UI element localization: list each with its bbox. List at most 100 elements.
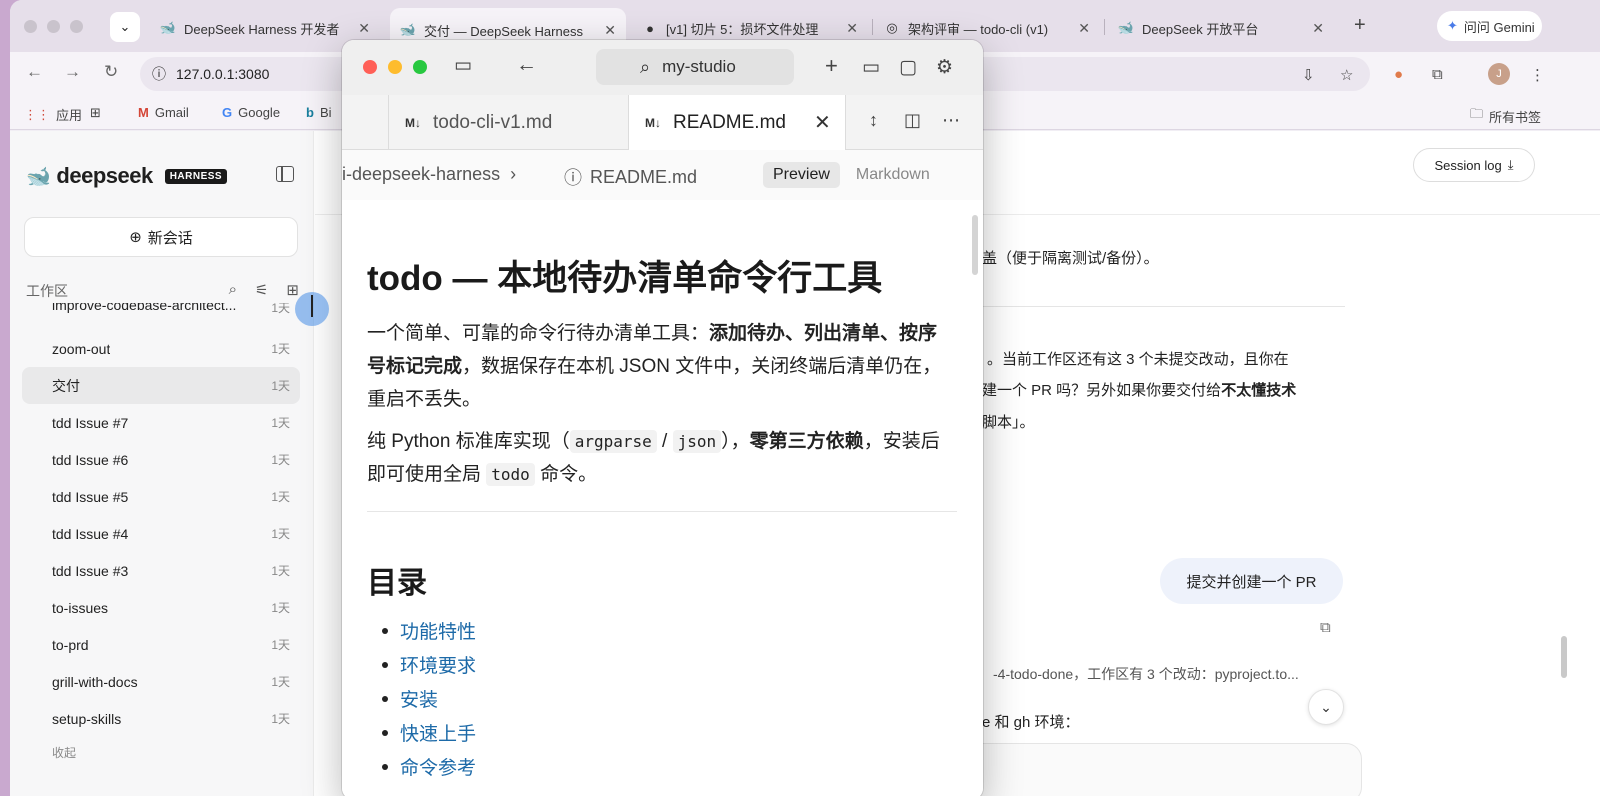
- toc-link[interactable]: 快速上手: [381, 719, 476, 753]
- workspace-item[interactable]: setup-skills 1天: [22, 700, 300, 737]
- tab-todo-cli[interactable]: M↓ todo-cli-v1.md: [388, 95, 628, 150]
- bookmark-tabgroups[interactable]: ⊞: [90, 105, 101, 121]
- workspace-item[interactable]: tdd Issue #5 1天: [22, 478, 300, 515]
- toc-link[interactable]: 环境要求: [381, 651, 476, 685]
- browser-tab[interactable]: 🐋 DeepSeek 开放平台 ✕: [1108, 10, 1334, 46]
- toc-link[interactable]: 命令参考: [381, 753, 476, 787]
- view-mode-toggle: Preview Markdown: [763, 162, 940, 188]
- back-arrow-icon[interactable]: ←: [26, 62, 43, 82]
- breadcrumb-path[interactable]: li-deepseek-harness ›: [342, 164, 516, 185]
- studio-close-button[interactable]: [363, 60, 377, 74]
- bookmark-bing[interactable]: b Bi: [306, 105, 332, 120]
- preview-mode-button[interactable]: Preview: [763, 162, 840, 188]
- bookmark-apps[interactable]: ⋮⋮ 应用: [24, 105, 82, 124]
- workspace-item[interactable]: zoom-out 1天: [22, 330, 300, 367]
- filter-icon[interactable]: ⚟: [255, 281, 268, 299]
- table-of-contents: 功能特性 环境要求 安装 快速上手 命令参考: [381, 617, 476, 787]
- extension-icon[interactable]: ●: [1394, 66, 1403, 83]
- tab-readme[interactable]: M↓ README.md ✕: [628, 95, 846, 150]
- markdown-mode-button[interactable]: Markdown: [846, 162, 940, 188]
- workspace-item[interactable]: to-prd 1天: [22, 626, 300, 663]
- sidebar-toggle-icon[interactable]: [276, 166, 294, 182]
- chevron-right-icon: ›: [510, 164, 517, 184]
- close-window-button[interactable]: [24, 20, 37, 33]
- vertical-resize-icon[interactable]: ↕: [869, 110, 878, 131]
- brand-logo[interactable]: 🐋 deepseek HARNESS: [26, 163, 228, 189]
- workspace-item-label: grill-with-docs: [52, 673, 138, 690]
- new-tab-button[interactable]: +: [1354, 14, 1366, 37]
- tab-title: DeepSeek Harness 开发者: [184, 21, 340, 37]
- split-view-icon[interactable]: ◫: [904, 110, 921, 131]
- sidebar-panel-icon[interactable]: ▭: [454, 54, 472, 77]
- tab-search-button[interactable]: ⌄: [110, 12, 140, 42]
- studio-minimize-button[interactable]: [388, 60, 402, 74]
- studio-search-field[interactable]: ⌕ my-studio: [596, 49, 794, 85]
- breadcrumb-file[interactable]: ⓘ README.md: [564, 164, 697, 190]
- studio-zoom-button[interactable]: [413, 60, 427, 74]
- workspace-item[interactable]: tdd Issue #4 1天: [22, 515, 300, 552]
- preview-scrollbar[interactable]: [972, 215, 978, 275]
- gear-icon[interactable]: ⚙: [936, 56, 953, 79]
- workspace-item-label: to-prd: [52, 636, 89, 653]
- doc-text: 一个简单、可靠的命令行待办清单工具：: [367, 323, 710, 344]
- bookmark-gmail[interactable]: M Gmail: [138, 105, 189, 120]
- close-tab-icon[interactable]: ✕: [604, 22, 616, 39]
- workspace-item[interactable]: grill-with-docs 1天: [22, 663, 300, 700]
- download-icon: ⤓: [1507, 157, 1514, 172]
- puzzle-extensions-icon[interactable]: ⧉: [1432, 66, 1443, 83]
- url-text[interactable]: 127.0.0.1:3080: [176, 66, 269, 82]
- tab-label: README.md: [673, 111, 786, 133]
- bookmark-label: Google: [238, 105, 281, 120]
- scrollbar-thumb[interactable]: [1561, 636, 1567, 678]
- ask-gemini-button[interactable]: ✦ 问问 Gemini: [1437, 11, 1542, 41]
- profile-avatar[interactable]: J: [1488, 63, 1510, 85]
- back-arrow-icon[interactable]: ←: [516, 53, 537, 77]
- bookmark-star-icon[interactable]: ☆: [1340, 66, 1353, 84]
- globe-favicon-icon: ◎: [886, 20, 898, 35]
- install-app-icon[interactable]: ⇩: [1302, 66, 1315, 84]
- chat-bubble-icon[interactable]: ▢: [899, 56, 917, 79]
- workspace-item-age: 1天: [271, 490, 290, 504]
- close-tab-icon[interactable]: ✕: [1078, 20, 1090, 37]
- studio-titlebar: ▭ ← ⌕ my-studio + ▭ ▢ ⚙: [342, 40, 983, 95]
- toc-link[interactable]: 安装: [381, 685, 476, 719]
- close-tab-icon[interactable]: ✕: [814, 110, 831, 135]
- workspace-item-label: zoom-out: [52, 340, 111, 357]
- whale-logo-icon: 🐋: [26, 165, 51, 188]
- inline-code: todo: [486, 463, 535, 486]
- workspace-item[interactable]: improve-codebase-architect... 1天: [22, 303, 300, 330]
- close-tab-icon[interactable]: ✕: [1312, 20, 1324, 37]
- copy-icon[interactable]: ⧉: [1320, 619, 1331, 636]
- bookmark-all[interactable]: 🗀 所有书签: [1470, 105, 1541, 127]
- more-options-icon[interactable]: ⋯: [942, 110, 960, 131]
- workspace-item[interactable]: tdd Issue #6 1天: [22, 441, 300, 478]
- workspace-item-label: improve-codebase-architect...: [52, 303, 237, 313]
- doc-divider: [367, 511, 957, 512]
- bookmark-google[interactable]: G Google: [222, 105, 280, 120]
- zoom-window-button[interactable]: [70, 20, 83, 33]
- markdown-file-icon: M↓: [645, 115, 661, 130]
- panel-bottom-icon[interactable]: ▭: [862, 56, 880, 79]
- workspace-item[interactable]: tdd Issue #3 1天: [22, 552, 300, 589]
- toc-link[interactable]: 功能特性: [381, 617, 476, 651]
- collapse-link[interactable]: 收起: [52, 744, 76, 761]
- site-info-icon[interactable]: ⓘ: [152, 64, 166, 84]
- workspace-item[interactable]: to-issues 1天: [22, 589, 300, 626]
- close-tab-icon[interactable]: ✕: [846, 20, 858, 37]
- new-session-button[interactable]: ⊕ 新会话: [24, 217, 298, 257]
- add-icon[interactable]: +: [825, 53, 838, 79]
- workspace-item-active[interactable]: 交付 1天: [22, 367, 300, 404]
- search-icon[interactable]: ⌕: [229, 281, 237, 299]
- new-workspace-icon[interactable]: ⊞: [286, 281, 299, 299]
- workspace-item-age: 1天: [271, 564, 290, 578]
- minimize-window-button[interactable]: [47, 20, 60, 33]
- menu-kebab-icon[interactable]: ⋮: [1530, 66, 1545, 84]
- workspace-item-label: tdd Issue #6: [52, 451, 129, 468]
- workspace-item[interactable]: tdd Issue #7 1天: [22, 404, 300, 441]
- doc-heading: 目录: [367, 567, 427, 600]
- reload-icon[interactable]: ↻: [104, 62, 118, 82]
- session-log-button[interactable]: Session log ⤓: [1413, 148, 1535, 182]
- close-tab-icon[interactable]: ✕: [358, 20, 370, 37]
- scroll-down-button[interactable]: ⌄: [1308, 689, 1344, 725]
- forward-arrow-icon[interactable]: →: [64, 62, 81, 82]
